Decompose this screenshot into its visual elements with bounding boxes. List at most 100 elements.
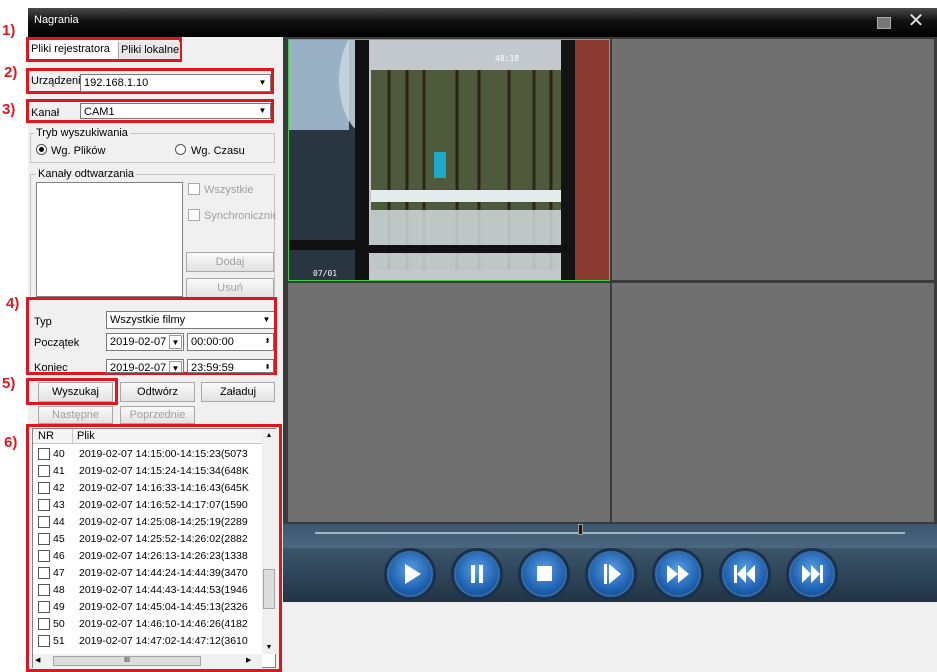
- end-date-input[interactable]: 2019-02-07 ▼: [106, 359, 184, 373]
- timeline-track[interactable]: [315, 532, 905, 534]
- fast-forward-icon: [667, 565, 689, 583]
- table-row[interactable]: 40 2019-02-07 14:15:00-14:15:23(5073: [33, 446, 259, 463]
- row-file: 2019-02-07 14:26:13-14:26:23(1338: [79, 550, 248, 562]
- row-checkbox[interactable]: [38, 618, 50, 630]
- chevron-down-icon[interactable]: ▼: [260, 313, 273, 327]
- chevron-down-icon[interactable]: ▼: [256, 105, 269, 117]
- scroll-left-icon[interactable]: ◀: [35, 654, 45, 668]
- table-row[interactable]: 50 2019-02-07 14:46:10-14:46:26(4182: [33, 616, 259, 633]
- video-tile-1[interactable]: 48:18 07/01: [288, 39, 610, 281]
- start-date-input[interactable]: 2019-02-07 ▼: [106, 333, 184, 351]
- annotation-1: 1): [2, 22, 16, 39]
- table-row[interactable]: 51 2019-02-07 14:47:02-14:47:12(3610: [33, 633, 259, 650]
- restore-icon[interactable]: [877, 17, 891, 29]
- row-nr: 47: [53, 567, 65, 579]
- table-row[interactable]: 46 2019-02-07 14:26:13-14:26:23(1338: [33, 548, 259, 565]
- row-file: 2019-02-07 14:16:33-14:16:43(645K: [79, 482, 249, 494]
- vertical-scrollbar[interactable]: ▲ ▼: [262, 429, 276, 654]
- channel-value: CAM1: [84, 106, 115, 118]
- radio-by-time[interactable]: [175, 144, 186, 155]
- timeline-bar: [283, 524, 937, 548]
- row-file: 2019-02-07 14:25:52-14:26:02(2882: [79, 533, 248, 545]
- video-tile-2[interactable]: [612, 39, 934, 280]
- table-row[interactable]: 44 2019-02-07 14:25:08-14:25:19(2289: [33, 514, 259, 531]
- device-select[interactable]: 192.168.1.10 ▼: [80, 74, 271, 92]
- next-button[interactable]: Następne: [38, 406, 113, 424]
- playback-channels-list[interactable]: [36, 182, 183, 297]
- tab-local-files[interactable]: Pliki lokalne: [118, 42, 180, 59]
- video-timestamp: 48:18: [495, 54, 520, 63]
- play-button[interactable]: Odtwórz: [120, 382, 195, 402]
- previous-file-control[interactable]: [722, 551, 768, 597]
- skip-forward-icon: [802, 565, 823, 583]
- row-checkbox[interactable]: [38, 550, 50, 562]
- table-row[interactable]: 45 2019-02-07 14:25:52-14:26:02(2882: [33, 531, 259, 548]
- row-checkbox[interactable]: [38, 482, 50, 494]
- video-tile-3[interactable]: [288, 283, 610, 522]
- video-tile-4[interactable]: [612, 283, 934, 522]
- start-time-input[interactable]: 00:00:00 ⬍: [187, 333, 274, 351]
- table-row[interactable]: 41 2019-02-07 14:15:24-14:15:34(648K: [33, 463, 259, 480]
- stop-icon: [537, 566, 552, 581]
- spinner-icon[interactable]: ⬍: [263, 361, 272, 372]
- stop-control[interactable]: [521, 551, 567, 597]
- row-nr: 41: [53, 465, 65, 477]
- download-button[interactable]: Załaduj: [201, 382, 275, 402]
- type-select[interactable]: Wszystkie filmy ▼: [106, 311, 274, 329]
- row-checkbox[interactable]: [38, 533, 50, 545]
- table-row[interactable]: 47 2019-02-07 14:44:24-14:44:39(3470: [33, 565, 259, 582]
- row-checkbox[interactable]: [38, 635, 50, 647]
- file-list-header: NR Plik: [33, 429, 263, 444]
- table-row[interactable]: 49 2019-02-07 14:45:04-14:45:13(2326: [33, 599, 259, 616]
- row-checkbox[interactable]: [38, 448, 50, 460]
- add-button[interactable]: Dodaj: [186, 252, 274, 272]
- sync-checkbox[interactable]: [188, 209, 200, 221]
- chevron-down-icon[interactable]: ▼: [169, 335, 182, 349]
- pause-control[interactable]: [454, 551, 500, 597]
- annotation-5: 5): [2, 375, 16, 392]
- horizontal-scroll-thumb[interactable]: III: [53, 656, 201, 666]
- spinner-icon[interactable]: ⬍: [263, 335, 272, 349]
- row-checkbox[interactable]: [38, 601, 50, 613]
- table-row[interactable]: 48 2019-02-07 14:44:43-14:44:53(1946: [33, 582, 259, 599]
- pause-icon: [471, 565, 483, 583]
- table-row[interactable]: 42 2019-02-07 14:16:33-14:16:43(645K: [33, 480, 259, 497]
- next-file-control[interactable]: [789, 551, 835, 597]
- close-icon[interactable]: ✕: [906, 10, 926, 32]
- vertical-scroll-thumb[interactable]: [263, 569, 275, 609]
- scroll-right-icon[interactable]: ▶: [246, 654, 256, 668]
- row-checkbox[interactable]: [38, 584, 50, 596]
- search-mode-legend: Tryb wyszukiwania: [34, 127, 130, 139]
- play-control[interactable]: [387, 551, 433, 597]
- timeline-slider[interactable]: [577, 524, 583, 535]
- all-channels-checkbox[interactable]: [188, 183, 200, 195]
- radio-by-files[interactable]: [36, 144, 47, 155]
- camera-frame-image: [289, 40, 609, 280]
- start-time-value: 00:00:00: [191, 336, 234, 348]
- chevron-down-icon[interactable]: ▼: [256, 76, 269, 90]
- end-time-input[interactable]: 23:59:59 ⬍: [187, 359, 274, 373]
- row-checkbox[interactable]: [38, 567, 50, 579]
- row-file: 2019-02-07 14:47:02-14:47:12(3610: [79, 635, 248, 647]
- fast-forward-control[interactable]: [655, 551, 701, 597]
- remove-button[interactable]: Usuń: [186, 278, 274, 298]
- tabs-bar: Pliki rejestratora Pliki lokalne: [26, 37, 182, 62]
- channel-select[interactable]: CAM1 ▼: [80, 103, 271, 119]
- row-checkbox[interactable]: [38, 499, 50, 511]
- previous-button[interactable]: Poprzednie: [120, 406, 195, 424]
- horizontal-scrollbar[interactable]: ◀ III ▶: [33, 654, 262, 668]
- row-checkbox[interactable]: [38, 465, 50, 477]
- header-nr: NR: [38, 430, 54, 442]
- chevron-down-icon[interactable]: ▼: [169, 361, 182, 372]
- search-button[interactable]: Wyszukaj: [38, 382, 113, 402]
- row-nr: 46: [53, 550, 65, 562]
- row-file: 2019-02-07 14:44:24-14:44:39(3470: [79, 567, 248, 579]
- scroll-down-icon[interactable]: ▼: [262, 641, 276, 654]
- scroll-up-icon[interactable]: ▲: [262, 429, 276, 442]
- file-list[interactable]: NR Plik 40 2019-02-07 14:15:00-14:15:23(5…: [32, 428, 276, 668]
- radio-by-time-label: Wg. Czasu: [191, 145, 245, 157]
- step-forward-control[interactable]: [588, 551, 634, 597]
- tab-recorder-files[interactable]: Pliki rejestratora: [29, 40, 117, 59]
- table-row[interactable]: 43 2019-02-07 14:16:52-14:17:07(1590: [33, 497, 259, 514]
- row-checkbox[interactable]: [38, 516, 50, 528]
